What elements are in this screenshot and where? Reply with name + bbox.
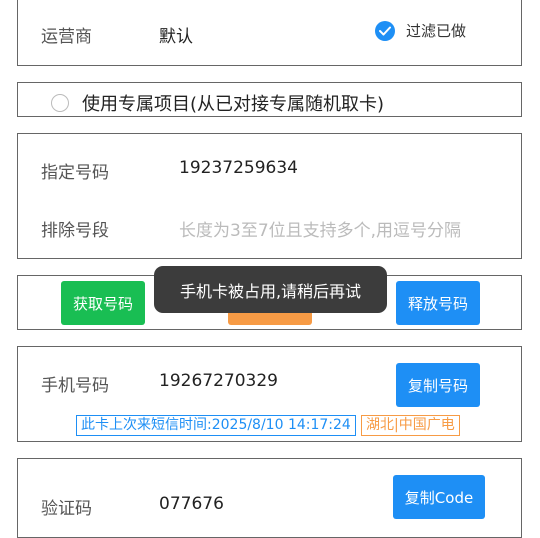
code-section: 验证码 077676 复制Code [17, 458, 522, 538]
phone-number-value: 19267270329 [159, 371, 278, 391]
release-number-button[interactable]: 释放号码 [396, 281, 480, 325]
operator-select[interactable]: 默认 [159, 22, 193, 47]
check-circle-icon [375, 20, 395, 41]
exclusive-project-section: 使用专属项目(从已对接专属随机取卡) [17, 82, 522, 117]
exclusive-project-label: 使用专属项目(从已对接专属随机取卡) [82, 94, 385, 115]
operator-label: 运营商 [41, 27, 92, 47]
operator-section: 运营商 默认 过滤已做 [17, 0, 522, 66]
copy-number-button[interactable]: 复制号码 [396, 363, 480, 407]
designated-number-input[interactable]: 19237259634 [179, 158, 298, 178]
phone-number-label: 手机号码 [41, 376, 109, 396]
filter-done-label: 过滤已做 [406, 22, 467, 40]
get-number-button[interactable]: 获取号码 [61, 281, 145, 325]
carrier-badge: 湖北|中国广电 [361, 415, 460, 436]
number-spec-section: 指定号码 19237259634 排除号段 长度为3至7位且支持多个,用逗号分隔 [17, 133, 522, 259]
copy-code-button[interactable]: 复制Code [393, 475, 485, 519]
phone-section: 手机号码 19267270329 复制号码 此卡上次来短信时间:2025/8/1… [17, 346, 522, 442]
radio-circle-icon [51, 94, 69, 112]
code-value: 077676 [159, 494, 224, 514]
exclude-prefix-input[interactable]: 长度为3至7位且支持多个,用逗号分隔 [179, 216, 461, 241]
designated-number-label: 指定号码 [41, 163, 109, 183]
exclusive-project-radio[interactable]: 使用专属项目(从已对接专属随机取卡) [51, 90, 384, 116]
exclude-prefix-label: 排除号段 [41, 221, 109, 241]
filter-done-checkbox[interactable]: 过滤已做 [375, 20, 466, 41]
code-label: 验证码 [41, 499, 92, 519]
toast-message: 手机卡被占用,请稍后再试 [154, 266, 387, 313]
last-sms-badge: 此卡上次来短信时间:2025/8/10 14:17:24 [76, 415, 356, 436]
